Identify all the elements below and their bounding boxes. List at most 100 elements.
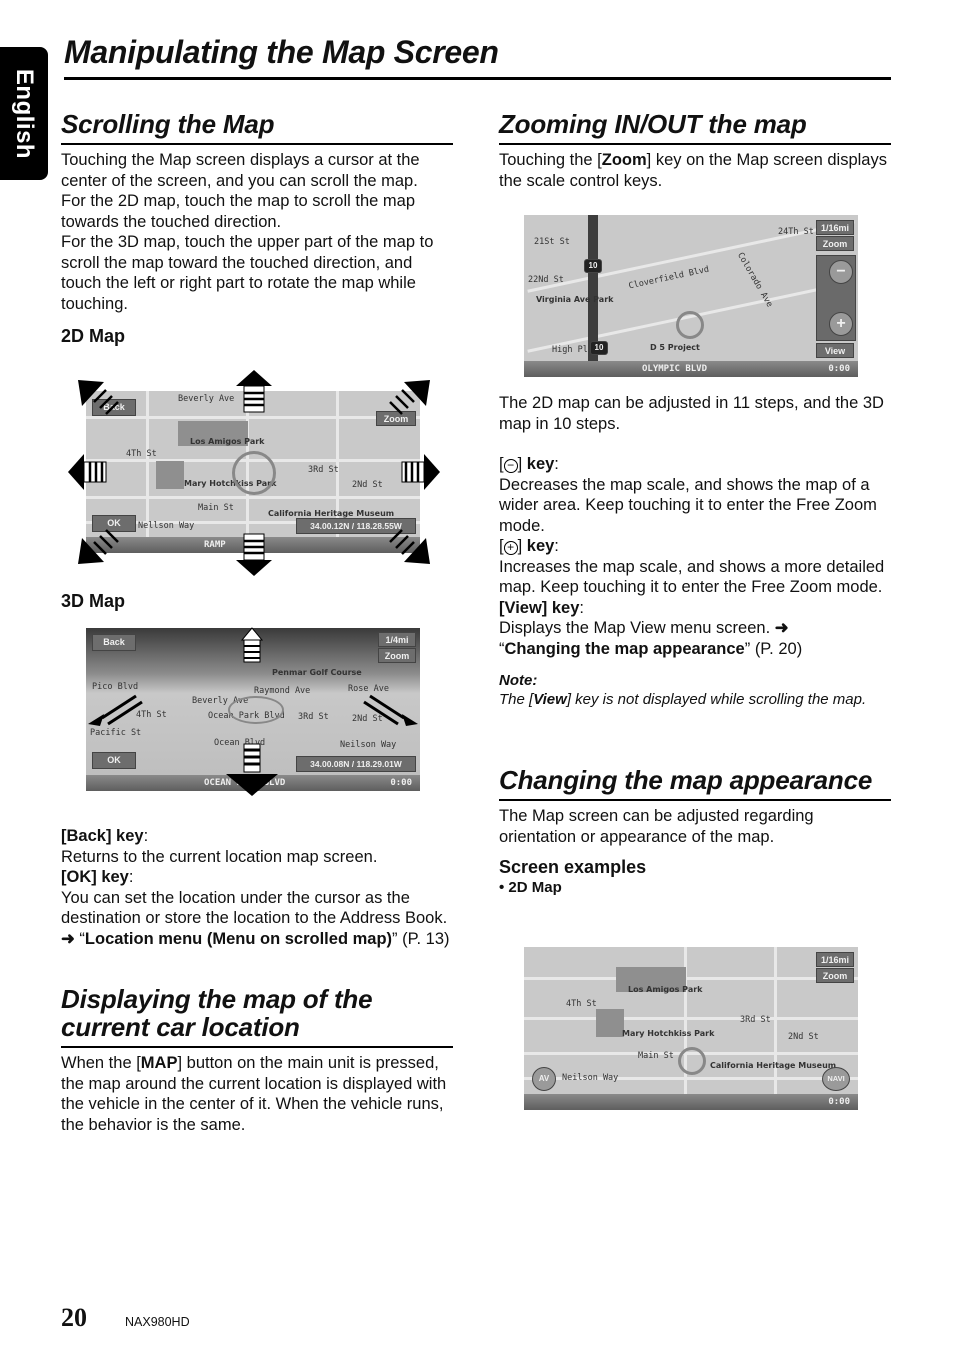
street-label: 21St St xyxy=(534,237,570,247)
scrolling-heading: Scrolling the Map xyxy=(61,110,453,145)
page-number: 20 xyxy=(61,1303,87,1332)
current-location-section: Displaying the map of the current car lo… xyxy=(61,985,453,1135)
arrow-up-left-icon xyxy=(78,380,104,406)
highway-shield-icon: 10 xyxy=(590,341,608,355)
arrow-up-icon xyxy=(236,370,272,386)
note-label: Note: xyxy=(499,672,538,689)
street-label: 4Th St xyxy=(566,999,597,1009)
map-example-screenshot[interactable]: Los Amigos Park 4Th St Mary Hotchkiss Pa… xyxy=(524,947,858,1110)
zoom-key[interactable]: Zoom xyxy=(816,968,854,983)
zoom-in-circle-icon: + xyxy=(503,541,518,555)
appearance-ref[interactable]: Changing the map appearance xyxy=(505,640,745,658)
street-label: Main St xyxy=(638,1051,674,1061)
zoom-keys-description: The 2D map can be adjusted in 11 steps, … xyxy=(499,393,891,709)
para-text: When the [ xyxy=(61,1054,141,1072)
street-label: 2Nd St xyxy=(788,1032,819,1042)
ok-key-desc: You can set the location under the curso… xyxy=(61,888,448,928)
status-bar: 0:00 xyxy=(524,1094,858,1110)
street-label: 22Nd St xyxy=(528,275,564,285)
museum-label: California Heritage Museum xyxy=(710,1061,837,1070)
appearance-heading: Changing the map appearance xyxy=(499,766,891,801)
status-road: OLYMPIC BLVD xyxy=(642,364,708,374)
zoom-key-ref: Zoom xyxy=(601,151,647,169)
plus-key-label: key xyxy=(526,537,555,555)
scrolling-para-3: For the 3D map, touch the upper part of … xyxy=(61,233,434,313)
3d-scroll-arrows xyxy=(88,627,418,796)
park-label: Virginia Ave Park xyxy=(536,295,614,304)
place-label: D 5 Project xyxy=(650,343,700,352)
zoom-out-circle-icon: − xyxy=(503,459,518,473)
back-key-label: [Back] key xyxy=(61,827,144,845)
arrow-left-icon xyxy=(68,454,84,490)
location-menu-page: (P. 13) xyxy=(402,929,450,948)
current-location-heading: Displaying the map of the current car lo… xyxy=(61,985,453,1048)
left-column: Scrolling the Map Touching the Map scree… xyxy=(61,110,453,348)
vehicle-position-icon xyxy=(676,311,704,339)
view-key[interactable]: View xyxy=(816,343,854,358)
street-label: Neilson Way xyxy=(562,1073,619,1083)
av-button[interactable]: AV xyxy=(532,1067,556,1091)
scale-indicator: 1/16mi xyxy=(816,220,854,235)
bullet-label: 2D Map xyxy=(508,879,562,896)
scale-indicator: 1/16mi xyxy=(816,952,854,967)
title-rule xyxy=(64,77,891,80)
street-label: High Pl xyxy=(552,345,588,355)
zoom-in-button[interactable]: + xyxy=(829,312,853,336)
zoom-key[interactable]: Zoom xyxy=(816,236,854,251)
arrow-down-icon xyxy=(226,774,278,796)
appearance-ref-page: (P. 20) xyxy=(754,639,803,658)
appearance-section: Changing the map appearance The Map scre… xyxy=(499,766,891,897)
zoom-out-button[interactable]: − xyxy=(829,260,853,284)
zooming-heading: Zooming IN/OUT the map xyxy=(499,110,891,145)
steps-text: The 2D map can be adjusted in 11 steps, … xyxy=(499,394,884,433)
map3d-label: 3D Map xyxy=(61,591,126,611)
arrow-icon: ➜ xyxy=(774,619,789,637)
note-text: The [ xyxy=(499,691,534,708)
model-name: NAX980HD xyxy=(125,1315,190,1329)
status-bar: OLYMPIC BLVD 0:00 xyxy=(524,361,858,377)
language-tab-label: English xyxy=(11,68,38,159)
view-key-label: [View] key xyxy=(499,598,580,617)
appearance-para: The Map screen can be adjusted regarding… xyxy=(499,807,814,846)
highway-shield-icon: 10 xyxy=(584,259,602,273)
note-text: ] key is not displayed while scrolling t… xyxy=(566,691,867,708)
minus-key-desc: Decreases the map scale, and shows the m… xyxy=(499,475,877,535)
navi-button[interactable]: NAVI xyxy=(822,1067,850,1091)
park-label: Mary Hotchkiss Park xyxy=(622,1029,715,1038)
vehicle-position-icon xyxy=(678,1047,706,1075)
arrow-down-left-icon xyxy=(78,538,104,564)
clock: 0:00 xyxy=(828,364,850,374)
back-key-desc: Returns to the current location map scre… xyxy=(61,847,378,866)
language-tab: English xyxy=(0,47,48,180)
map-button-ref: MAP xyxy=(140,1054,178,1072)
arrow-up-right-icon xyxy=(404,380,430,406)
bullet-2d-map: • 2D Map xyxy=(499,879,562,896)
rotate-right-icon xyxy=(402,714,418,726)
arrow-icon: ➜ xyxy=(61,929,75,948)
view-key-desc: Displays the Map View menu screen. xyxy=(499,619,771,637)
minus-key-label: key xyxy=(526,455,555,473)
clock: 0:00 xyxy=(828,1097,850,1107)
street-label: 3Rd St xyxy=(740,1015,771,1025)
scale-control-panel: − + xyxy=(816,255,856,341)
arrow-right-icon xyxy=(424,454,440,490)
arrow-up-icon xyxy=(240,627,264,641)
ok-key-label: [OK] key xyxy=(61,868,129,886)
screen-examples-heading: Screen examples xyxy=(499,857,647,877)
park-label: Los Amigos Park xyxy=(628,985,703,994)
location-menu-ref[interactable]: Location menu (Menu on scrolled map) xyxy=(85,930,392,948)
rotate-left-icon xyxy=(88,714,104,726)
scrolling-para-2: For the 2D map, touch the map to scroll … xyxy=(61,192,416,231)
right-column: Zooming IN/OUT the map Touching the [Zoo… xyxy=(499,110,891,191)
map-zoom-screenshot[interactable]: 21St St 22Nd St Cloverfield Blvd Colorad… xyxy=(524,215,858,377)
street-label: 24Th St xyxy=(778,227,814,237)
view-key-ref: View xyxy=(533,691,567,708)
plus-key-desc: Increases the map scale, and shows a mor… xyxy=(499,557,885,597)
scroll-direction-arrows xyxy=(68,370,440,576)
page-title: Manipulating the Map Screen xyxy=(64,34,499,70)
arrow-down-right-icon xyxy=(404,538,430,564)
arrow-down-icon xyxy=(236,560,272,576)
para-text: Touching the [ xyxy=(499,151,602,169)
keys-description: [Back] key: Returns to the current locat… xyxy=(61,826,453,949)
scrolling-para-1: Touching the Map screen displays a curso… xyxy=(61,151,420,190)
